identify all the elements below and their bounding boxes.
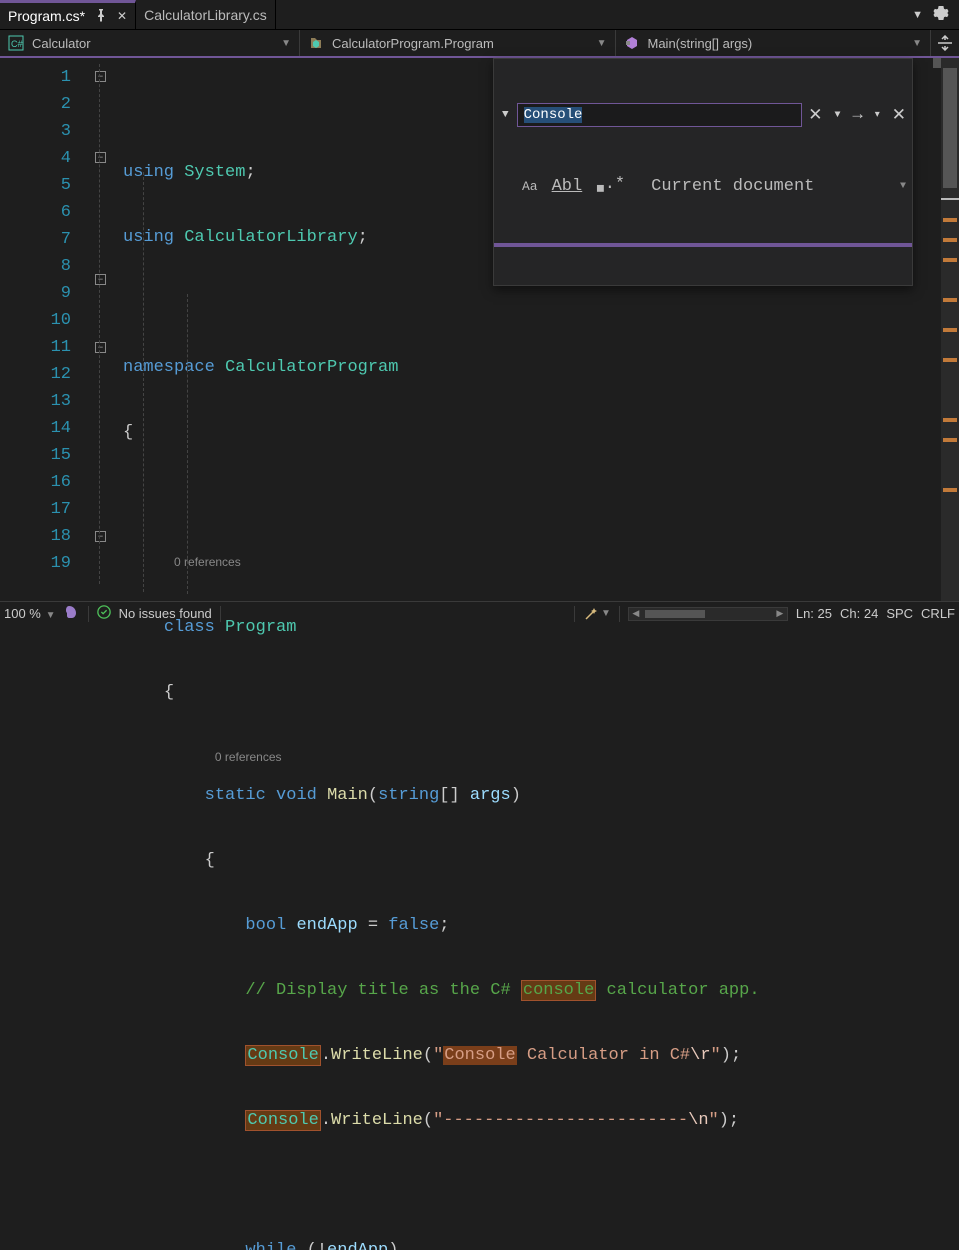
scrollbar-find-marker [943,488,957,492]
close-find-icon[interactable]: ✕ [808,105,822,126]
line-number: 9 [0,280,71,307]
horizontal-scrollbar[interactable]: ◀ ▶ [628,607,788,621]
line-number: 5 [0,172,71,199]
line-number: 4 [0,145,71,172]
line-number: 10 [0,307,71,334]
vertical-scrollbar[interactable] [941,58,959,601]
line-number: 6 [0,199,71,226]
chevron-down-icon: ▼ [912,38,922,49]
line-number: 13 [0,388,71,415]
find-input[interactable]: Console [517,103,803,127]
line-number: 18 [0,523,71,550]
tab-label: CalculatorLibrary.cs [144,7,267,23]
line-number: 7 [0,226,71,253]
line-number: 2 [0,91,71,118]
editor-splitter[interactable] [933,58,941,68]
tab-program-cs[interactable]: Program.cs* ✕ [0,0,136,29]
codelens-references[interactable]: 0 references [174,555,241,569]
project-label: Calculator [32,36,91,51]
line-number: 15 [0,442,71,469]
member-label: Main(string[] args) [648,36,753,51]
line-number: 16 [0,469,71,496]
line-number: 17 [0,496,71,523]
expand-replace-chevron-icon[interactable]: ▼ [500,107,511,123]
tab-overflow-chevron-icon[interactable]: ▼ [912,9,923,21]
line-number: 3 [0,118,71,145]
scrollbar-find-marker [943,358,957,362]
split-icon [937,35,953,51]
code-navigation-bar: C# Calculator ▼ CalculatorProgram.Progra… [0,30,959,58]
scrollbar-find-marker [943,238,957,242]
match-word-toggle[interactable]: Abl [552,177,583,196]
scrollbar-find-marker [943,328,957,332]
line-number: 14 [0,415,71,442]
scrollbar-find-marker [943,418,957,422]
match-case-toggle[interactable]: Aa [522,179,538,194]
line-number: 12 [0,361,71,388]
tab-calculator-library[interactable]: CalculatorLibrary.cs [136,0,276,29]
close-icon[interactable]: ✕ [117,9,127,23]
find-next-icon[interactable]: → [853,106,863,125]
scrollbar-find-marker [943,258,957,262]
codelens-references[interactable]: 0 references [215,750,282,764]
line-number: 1 [0,64,71,91]
scrollbar-caret-marker [941,198,959,200]
line-number: 11 [0,334,71,361]
method-icon [624,35,640,51]
gear-icon[interactable] [933,5,949,24]
zoom-level[interactable]: 100 % ▼ [4,606,56,621]
find-options-chevron-icon[interactable]: ▼ [835,110,841,121]
find-dropdown-chevron-icon[interactable]: ▾ [875,109,880,121]
line-number: 19 [0,550,71,577]
chevron-down-icon: ▼ [597,38,607,49]
scroll-right-arrow-icon[interactable]: ▶ [773,608,787,620]
chevron-down-icon: ▼ [281,38,291,49]
project-selector[interactable]: C# Calculator ▼ [0,30,300,56]
scrollbar-find-marker [943,298,957,302]
line-number: 8 [0,253,71,280]
tab-label: Program.cs* [8,8,85,24]
scope-chevron-icon[interactable]: ▼ [900,181,906,192]
csharp-project-icon: C# [8,35,24,51]
scroll-left-arrow-icon[interactable]: ◀ [629,608,643,620]
split-editor-button[interactable] [931,30,959,56]
class-label: CalculatorProgram.Program [332,36,494,51]
find-replace-panel: ▼ Console ✕ ▼ → ▾ ✕ Aa Abl ■.* Current d… [493,58,913,286]
line-number-gutter: 1 2 3 4 5 6 7 8 9 10 11 12 13 14 15 16 1… [0,58,95,601]
regex-toggle[interactable]: ■.* [596,175,625,197]
class-icon [308,35,324,51]
code-content[interactable]: using System; using CalculatorLibrary; n… [95,58,941,601]
intellicode-icon[interactable] [64,604,80,623]
scrollbar-find-marker [943,438,957,442]
scrollbar-thumb[interactable] [645,610,705,618]
search-scope-label: Current document [651,177,886,196]
check-circle-icon [97,605,111,622]
class-selector[interactable]: CalculatorProgram.Program ▼ [300,30,616,56]
chevron-down-icon: ▼ [43,610,56,621]
close-panel-icon[interactable]: ✕ [892,105,906,126]
document-tab-bar: Program.cs* ✕ CalculatorLibrary.cs ▼ [0,0,959,30]
scrollbar-thumb[interactable] [943,68,957,188]
scrollbar-find-marker [943,218,957,222]
pin-icon[interactable] [93,7,109,26]
find-panel-resize-grip[interactable] [494,243,912,247]
tab-bar-controls: ▼ [912,5,959,24]
code-editor[interactable]: 1 2 3 4 5 6 7 8 9 10 11 12 13 14 15 16 1… [0,58,959,601]
member-selector[interactable]: Main(string[] args) ▼ [616,30,932,56]
svg-text:C#: C# [11,39,23,49]
